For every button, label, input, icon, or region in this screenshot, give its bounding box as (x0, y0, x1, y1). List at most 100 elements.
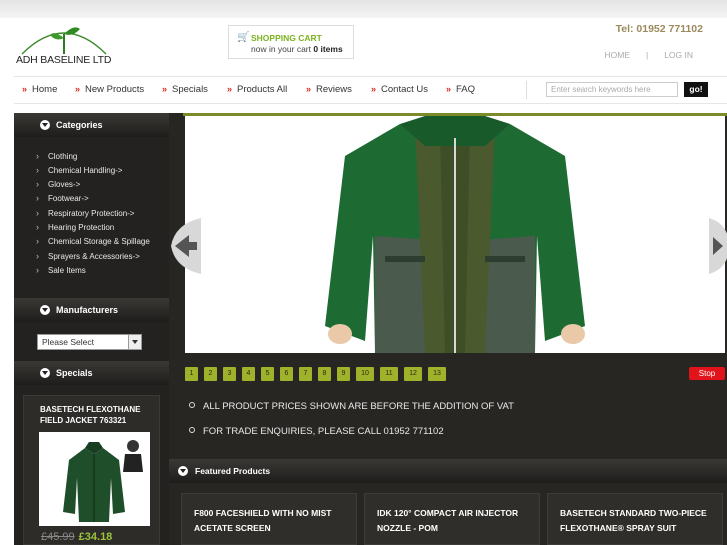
cart-icon: 🛒 (237, 32, 250, 43)
top-link-separator: | (645, 50, 649, 60)
select-value: Please Select (42, 337, 94, 347)
featured-product-card[interactable]: F800 FACESHIELD WITH NO MIST ACETATE SCR… (181, 493, 357, 545)
sale-price: £34.18 (78, 531, 113, 543)
pager-button[interactable]: 1 (185, 367, 198, 381)
search-input[interactable]: Enter search keywords here (546, 82, 678, 97)
cart-prefix: now in your cart (251, 44, 311, 54)
nav-label: Products All (237, 84, 288, 95)
featured-product-name[interactable]: IDK 120° COMPACT AIR INJECTOR NOZZLE - P… (377, 506, 533, 536)
cart-count: 0 items (313, 44, 343, 54)
nav-specials[interactable]: » Specials (162, 84, 208, 95)
categories-header[interactable]: Categories (14, 113, 169, 137)
notice-trade: FOR TRADE ENQUIRIES, PLEASE CALL 01952 7… (189, 426, 444, 437)
featured-product-name[interactable]: BASETECH STANDARD TWO-PIECE FLEXOTHANE® … (560, 506, 716, 536)
collapse-icon (40, 120, 50, 130)
pager-button[interactable]: 6 (280, 367, 293, 381)
content-area: 1 2 3 4 5 6 7 8 9 10 11 12 13 Stop ALL P… (169, 113, 727, 545)
collapse-icon (178, 466, 188, 476)
top-strip (0, 0, 727, 18)
nav-label: New Products (85, 84, 145, 95)
notice-text: FOR TRADE ENQUIRIES, PLEASE CALL 01952 7… (203, 426, 444, 437)
main-area: Categories Clothing Chemical Handling-> … (14, 113, 727, 545)
manufacturers-select[interactable]: Please Select (37, 334, 142, 350)
category-gloves[interactable]: Gloves-> (36, 179, 80, 189)
nav-label: Home (32, 84, 58, 95)
notice-text: ALL PRODUCT PRICES SHOWN ARE BEFORE THE … (203, 401, 514, 412)
jacket-slide-icon (185, 116, 725, 353)
nav-home[interactable]: » Home (22, 84, 57, 95)
nav-divider (526, 81, 527, 99)
slider-next-button[interactable] (709, 218, 727, 274)
nav-products-all[interactable]: » Products All (227, 84, 287, 95)
login-link[interactable]: LOG IN (664, 50, 693, 60)
specials-header[interactable]: Specials (14, 361, 169, 385)
special-product-name[interactable]: BASETECH FLEXOTHANE FIELD JACKET 763321 (40, 404, 155, 426)
collapse-icon (40, 368, 50, 378)
home-link[interactable]: HOME (604, 50, 630, 60)
chevron-down-icon (128, 335, 141, 349)
nav-faq[interactable]: » FAQ (446, 84, 475, 95)
category-sprayers[interactable]: Sprayers & Accessories-> (36, 251, 140, 261)
nav-arrow-icon: » (446, 84, 452, 94)
pager-button[interactable]: 5 (261, 367, 274, 381)
shopping-cart-box[interactable]: 🛒 SHOPPING CART now in your cart 0 items (228, 25, 354, 59)
pager-button[interactable]: 3 (223, 367, 236, 381)
search-go-button[interactable]: go! (684, 82, 708, 97)
main-nav: » Home » New Products » Specials » Products … (14, 76, 727, 104)
pager-button[interactable]: 2 (204, 367, 217, 381)
categories-title: Categories (56, 120, 103, 130)
featured-products-header[interactable]: Featured Products (169, 459, 727, 483)
category-clothing[interactable]: Clothing (36, 151, 78, 161)
featured-product-card[interactable]: BASETECH STANDARD TWO-PIECE FLEXOTHANE® … (547, 493, 723, 545)
slideshow-image[interactable] (185, 116, 725, 353)
sidebar: Categories Clothing Chemical Handling-> … (14, 113, 169, 545)
pager-button[interactable]: 9 (337, 367, 350, 381)
nav-label: Reviews (316, 84, 352, 95)
category-chemical-storage[interactable]: Chemical Storage & Spillage (36, 236, 150, 246)
logo-text: ADH BASELINE LTD (16, 54, 112, 66)
nav-arrow-icon: » (371, 84, 377, 94)
cart-status: now in your cart 0 items (251, 44, 343, 54)
nav-arrow-icon: » (22, 84, 28, 94)
specials-title: Specials (56, 368, 93, 378)
arrow-left-icon (171, 218, 201, 274)
special-product-image[interactable] (39, 432, 150, 526)
bullet-icon (189, 427, 195, 433)
pager-button[interactable]: 4 (242, 367, 255, 381)
category-hearing-protection[interactable]: Hearing Protection (36, 222, 114, 232)
bullet-icon (189, 402, 195, 408)
nav-arrow-icon: » (162, 84, 168, 94)
slider-prev-button[interactable] (169, 218, 201, 274)
nav-label: Contact Us (381, 84, 429, 95)
category-sale-items[interactable]: Sale Items (36, 265, 86, 275)
manufacturers-title: Manufacturers (56, 305, 119, 315)
pager-button[interactable]: 8 (318, 367, 331, 381)
pager-button[interactable]: 11 (380, 367, 398, 381)
category-respiratory-protection[interactable]: Respiratory Protection-> (36, 208, 135, 218)
featured-product-card[interactable]: IDK 120° COMPACT AIR INJECTOR NOZZLE - P… (364, 493, 540, 545)
site-logo[interactable]: ADH BASELINE LTD (14, 18, 114, 72)
manufacturers-header[interactable]: Manufacturers (14, 298, 169, 322)
nav-new-products[interactable]: » New Products (75, 84, 144, 95)
slider-stop-button[interactable]: Stop (689, 367, 725, 380)
arrow-right-icon (709, 218, 727, 274)
jacket-image-icon (39, 432, 150, 526)
special-product-card[interactable]: BASETECH FLEXOTHANE FIELD JACKET 763321 … (23, 395, 160, 545)
nav-contact-us[interactable]: » Contact Us (371, 84, 428, 95)
phone-number: Tel: 01952 771102 (615, 23, 703, 35)
nav-reviews[interactable]: » Reviews (306, 84, 352, 95)
notice-vat: ALL PRODUCT PRICES SHOWN ARE BEFORE THE … (189, 401, 514, 412)
pager-button[interactable]: 12 (404, 367, 422, 381)
cart-title[interactable]: SHOPPING CART (251, 33, 322, 43)
pager-button[interactable]: 7 (299, 367, 312, 381)
collapse-icon (40, 305, 50, 315)
top-links: HOME | LOG IN (596, 50, 701, 60)
pager-button[interactable]: 13 (428, 367, 446, 381)
seedling-logo-icon (21, 27, 107, 55)
category-footwear[interactable]: Footwear-> (36, 193, 89, 203)
nav-arrow-icon: » (227, 84, 233, 94)
pager-button[interactable]: 10 (356, 367, 374, 381)
featured-title: Featured Products (195, 466, 271, 476)
featured-product-name[interactable]: F800 FACESHIELD WITH NO MIST ACETATE SCR… (194, 506, 350, 536)
category-chemical-handling[interactable]: Chemical Handling-> (36, 165, 123, 175)
